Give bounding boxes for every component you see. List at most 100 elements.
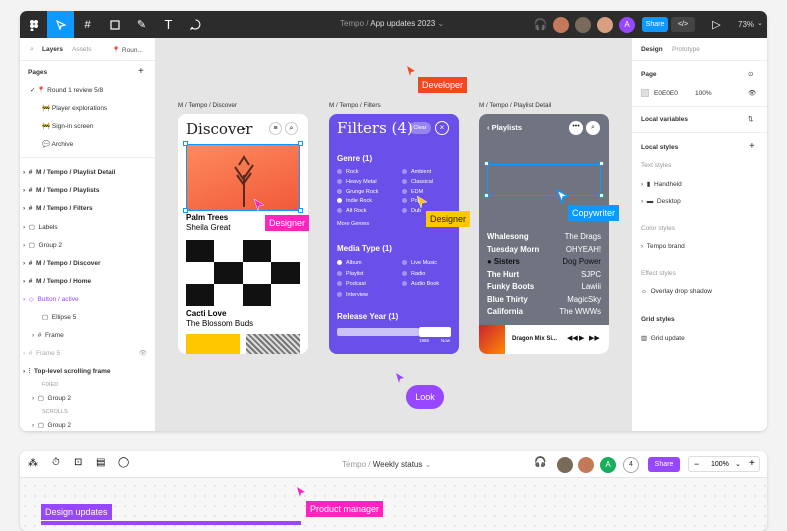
comment-tool-icon[interactable] — [182, 11, 209, 38]
zoom-level[interactable]: 73% — [738, 20, 754, 29]
text-style-item[interactable]: › ▮ Handheld — [641, 180, 682, 188]
genre-option[interactable]: Indie Rock — [337, 197, 378, 207]
breadcrumb-file[interactable]: App updates 2023 — [370, 19, 435, 28]
cacti-love-cover[interactable] — [186, 240, 300, 306]
breadcrumb-project[interactable]: Tempo — [340, 19, 364, 28]
design-updates-label[interactable]: Design updates — [41, 504, 112, 520]
avatar-letter[interactable]: A — [619, 17, 635, 33]
avatar[interactable] — [557, 457, 573, 473]
frame-title-filters[interactable]: M / Tempo / Filters — [329, 102, 381, 109]
layer-row[interactable]: › ▢ Group 2 — [20, 393, 155, 405]
play-icon[interactable]: ▶ — [579, 334, 584, 342]
now-playing-bar[interactable]: Dragon Mix Si... ◀◀ ▶ ▶▶ — [479, 325, 609, 354]
layer-row[interactable]: › ◇ Button / active — [20, 294, 155, 306]
media-option[interactable]: Radio — [402, 269, 439, 280]
layer-row[interactable]: › # M / Tempo / Discover — [20, 258, 155, 270]
layer-row[interactable]: › # M / Tempo / Playlists — [20, 185, 155, 197]
playlist-row[interactable]: California The WWWs — [487, 306, 601, 319]
share-button[interactable]: Share — [642, 17, 668, 32]
zoom-out-icon[interactable]: − — [694, 459, 699, 469]
timer-icon[interactable]: ⏱ — [52, 457, 60, 468]
media-option[interactable]: Album — [337, 258, 368, 269]
genre-option[interactable]: Classical — [402, 178, 433, 188]
layer-row[interactable]: › # M / Tempo / Filters — [20, 203, 155, 215]
move-tool-icon[interactable] — [47, 11, 74, 38]
more-genres-link[interactable]: More Genres — [337, 221, 369, 227]
main-menu-icon[interactable]: ⁂ — [28, 458, 38, 469]
previous-icon[interactable]: ◀◀ — [567, 334, 578, 342]
media-option[interactable]: Podcast — [337, 279, 368, 290]
frame-title-playlist[interactable]: M / Tempo / Playlist Detail — [479, 102, 551, 109]
selected-element[interactable] — [487, 164, 601, 196]
page-item[interactable]: 🚧 Sign-in screen — [20, 121, 155, 133]
genre-option[interactable]: Heavy Metal — [337, 178, 378, 188]
grid-style-item[interactable]: ▥ Grid update — [641, 334, 685, 342]
comment-icon[interactable]: ◯ — [118, 457, 129, 468]
share-button[interactable]: Share — [648, 457, 680, 472]
breadcrumb-project[interactable]: Tempo — [342, 460, 366, 469]
selection-handle[interactable] — [599, 161, 604, 166]
search-icon[interactable]: ⌕ — [30, 46, 34, 54]
page-settings-icon[interactable]: ⊙ — [748, 70, 753, 78]
more-icon[interactable]: ••• — [569, 121, 583, 135]
dev-mode-icon[interactable]: </> — [671, 17, 695, 32]
layer-row[interactable]: › # Frame — [20, 330, 155, 342]
zoom-level[interactable]: 100% — [711, 461, 729, 468]
tab-prototype[interactable]: Prototype — [672, 46, 700, 53]
playlists-frame[interactable]: ‹ Playlists ••• ⌕ Whalesong The Drags Tue… — [479, 114, 609, 354]
selection-handle[interactable] — [298, 208, 303, 213]
section-icon[interactable]: ⊡ — [74, 457, 82, 468]
tab-design[interactable]: Design — [641, 46, 663, 53]
canvas[interactable]: M / Tempo / Discover M / Tempo / Filters… — [156, 38, 631, 431]
headphones-icon[interactable]: 🎧 — [534, 457, 546, 468]
breadcrumb-file[interactable]: Weekly status — [373, 460, 423, 469]
layer-row[interactable]: › ▢ Labels — [20, 222, 155, 234]
main-menu-icon[interactable] — [20, 11, 47, 38]
headphones-icon[interactable]: 🎧 — [527, 11, 554, 38]
color-style-item[interactable]: › Tempo brand — [641, 243, 685, 250]
genre-option[interactable]: Ambient — [402, 168, 433, 178]
page-item[interactable]: 🚧 Player explorations — [20, 103, 155, 115]
hidden-eye-icon[interactable]: 👁 — [139, 348, 147, 360]
page-color-swatch[interactable] — [641, 89, 649, 97]
playlist-row[interactable]: Funky Boots Lawiii — [487, 281, 601, 294]
avatar-letter[interactable]: A — [600, 457, 616, 473]
avatar[interactable] — [578, 457, 594, 473]
table-icon[interactable]: ▤ — [96, 457, 105, 468]
frame-tool-icon[interactable]: # — [74, 11, 101, 38]
search-icon[interactable]: ⌕ — [586, 121, 600, 135]
filters-frame[interactable]: Filters (4) Clear × Genre (1) Rock Heavy… — [329, 114, 459, 354]
breadcrumb[interactable]: Tempo / Weekly status ⌄ — [342, 460, 431, 469]
discover-frame[interactable]: Discover ⌄ ≡ ⌕ Palm Trees Sheila Great C… — [178, 114, 308, 354]
page-opacity[interactable]: 100% — [695, 90, 712, 97]
variables-icon[interactable]: ⇅ — [748, 115, 753, 123]
avatar-count[interactable]: 4 — [623, 457, 639, 473]
year-range-handle[interactable] — [419, 327, 451, 337]
layer-row[interactable]: ▢ Ellipse 5 — [20, 312, 155, 324]
visibility-eye-icon[interactable]: 👁 — [748, 89, 756, 97]
media-option[interactable]: Interview — [337, 290, 368, 301]
media-option[interactable]: Live Music — [402, 258, 439, 269]
layer-row[interactable]: › # M / Tempo / Home — [20, 276, 155, 288]
tab-layers[interactable]: Layers — [42, 46, 63, 53]
add-style-icon[interactable]: + — [749, 141, 755, 152]
layer-row[interactable]: › # Frame 5 👁 — [20, 348, 155, 360]
filter-icon[interactable]: ≡ — [269, 122, 282, 135]
avatar[interactable] — [597, 17, 613, 33]
clear-button[interactable]: Clear — [409, 122, 431, 134]
layer-row[interactable]: › ⫶ Top-level scrolling frame — [20, 366, 155, 378]
page-item[interactable]: 💬 Archive — [20, 139, 155, 151]
album-cover[interactable] — [246, 334, 300, 354]
playlist-row[interactable]: Blue Thirty MagicSky — [487, 294, 601, 307]
next-icon[interactable]: ▶▶ — [589, 334, 600, 342]
zoom-chevron-icon[interactable]: ⌄ — [735, 460, 741, 468]
add-page-icon[interactable]: + — [138, 66, 144, 77]
zoom-in-icon[interactable]: + — [749, 458, 755, 469]
genre-option[interactable]: Alt Rock — [337, 207, 378, 217]
page-color-value[interactable]: E0E0E0 — [654, 90, 678, 97]
layer-row[interactable]: › # M / Tempo / Playlist Detail — [20, 167, 155, 179]
avatar[interactable] — [553, 17, 569, 33]
local-variables[interactable]: Local variables — [641, 116, 688, 123]
year-range-slider[interactable] — [337, 327, 451, 337]
genre-option[interactable]: Grunge Rock — [337, 188, 378, 198]
